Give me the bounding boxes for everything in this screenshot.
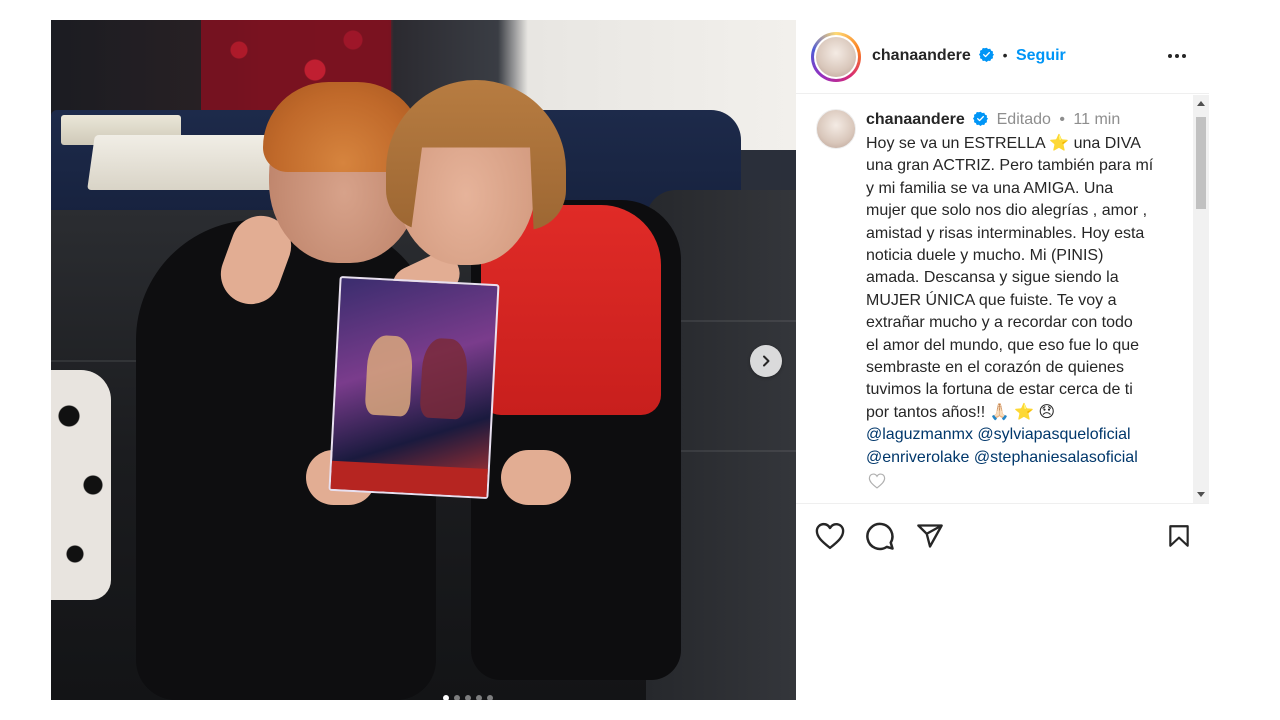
mention-link[interactable]: @sylviapasqueloficial — [977, 426, 1130, 443]
comment-icon[interactable] — [864, 520, 896, 552]
actions-divider — [796, 503, 1209, 504]
profile-avatar[interactable] — [811, 32, 861, 82]
caption-line: una gran ACTRIZ. Pero también para mí — [866, 157, 1154, 175]
caption-text: Hoy se va un ESTRELLA ⭐ una DIVA una gra… — [866, 133, 1176, 469]
bookmark-svg — [1169, 525, 1189, 547]
carousel-dots — [443, 695, 493, 700]
caption-line: extrañar mucho y a recordar con todo — [866, 314, 1133, 332]
caption-mentions-row: @enriverolake @stephaniesalasoficial — [866, 447, 1176, 469]
mention-link[interactable]: @laguzmanmx — [866, 426, 973, 443]
carousel-next-button[interactable] — [750, 345, 782, 377]
caption-line: por tantos años!! 🙏🏻 ⭐ 😞 — [866, 403, 1056, 421]
follow-button[interactable]: Seguir — [1016, 47, 1066, 64]
caption-line: noticia duele y mucho. Mi (PINIS) — [866, 247, 1104, 265]
caption-mentions-row: @laguzmanmx @sylviapasqueloficial — [866, 424, 1176, 446]
caption-like-heart-icon[interactable] — [868, 473, 886, 489]
scroll-down-arrow[interactable] — [1197, 492, 1205, 497]
carousel-dot — [454, 695, 460, 700]
photo-leopard-fabric — [51, 370, 111, 600]
verified-badge-icon — [973, 111, 989, 126]
more-options-icon[interactable] — [1165, 46, 1189, 66]
mention-link[interactable]: @enriverolake — [866, 449, 969, 466]
post-header: chanaandere • Seguir — [796, 20, 1209, 94]
poster-figure — [419, 337, 469, 420]
verified-badge-icon — [979, 47, 995, 62]
photo-hand — [501, 450, 571, 505]
scroll-up-arrow[interactable] — [1197, 101, 1205, 106]
more-dot — [1175, 54, 1179, 58]
scrollbar-thumb[interactable] — [1196, 117, 1206, 209]
carousel-dot — [487, 695, 493, 700]
avatar-image — [816, 37, 856, 77]
caption-line: tuvimos la fortuna de estar cerca de ti — [866, 381, 1133, 399]
carousel-dot — [443, 695, 449, 700]
caption-line: amistad y risas interminables. Hoy esta — [866, 224, 1145, 242]
post-actions — [796, 520, 1209, 552]
photo-poster — [328, 275, 500, 500]
more-dot — [1168, 54, 1172, 58]
caption-line: mujer que solo nos dio alegrías , amor , — [866, 202, 1148, 220]
caption-area: chanaandere Editado • 11 min Hoy se va u… — [796, 95, 1209, 503]
post-side-panel: chanaandere • Seguir chanaandere Editado… — [796, 20, 1209, 700]
avatar-inner — [814, 35, 858, 79]
caption-scrollbar[interactable] — [1193, 95, 1209, 503]
poster-figure — [364, 334, 414, 417]
post-timestamp[interactable]: 11 min — [1073, 111, 1120, 128]
carousel-dot — [476, 695, 482, 700]
like-heart-svg — [815, 522, 845, 550]
caption-line: sembraste en el corazón de quienes — [866, 359, 1124, 377]
comment-svg — [866, 522, 894, 551]
header-separator: • — [1002, 47, 1008, 63]
caption-line: y mi familia se va una AMIGA. Una — [866, 179, 1114, 197]
share-icon[interactable] — [914, 520, 946, 552]
caption-dot: • — [1059, 111, 1065, 128]
more-dot — [1182, 54, 1186, 58]
edited-label: Editado — [996, 111, 1051, 128]
save-bookmark-icon[interactable] — [1163, 520, 1195, 552]
header-username[interactable]: chanaandere — [872, 47, 971, 64]
caption-line: amada. Descansa y sigue siendo la — [866, 269, 1119, 287]
caption-line: Hoy se va un ESTRELLA ⭐ una DIVA — [866, 135, 1141, 152]
mention-link[interactable]: @stephaniesalasoficial — [974, 449, 1138, 466]
like-heart-icon[interactable] — [814, 520, 846, 552]
header-user-row: chanaandere • Seguir — [872, 47, 1066, 65]
share-svg — [917, 524, 943, 548]
next-arrow-icon — [763, 355, 770, 367]
caption-line: el amor del mundo, que eso fue lo que — [866, 336, 1140, 354]
carousel-dot — [465, 695, 471, 700]
poster-band — [330, 460, 488, 497]
caption-line: MUJER ÚNICA que fuiste. Te voy a — [866, 291, 1117, 309]
post-photo[interactable] — [51, 20, 796, 700]
caption-username[interactable]: chanaandere — [866, 111, 965, 128]
caption-header: chanaandere Editado • 11 min — [866, 111, 1120, 129]
caption-avatar[interactable] — [816, 109, 856, 149]
